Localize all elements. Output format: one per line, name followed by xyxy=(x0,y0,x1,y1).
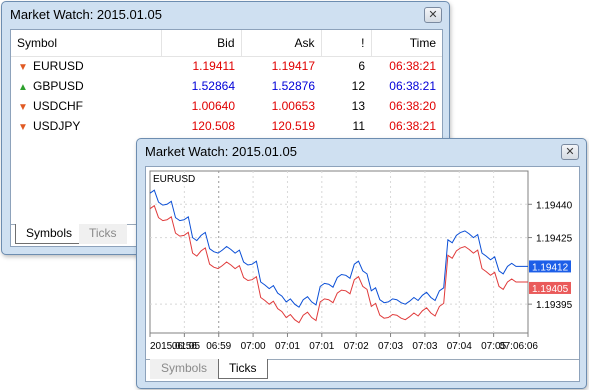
x-tick-label: 07:00 xyxy=(241,341,266,352)
y-tick-label: 1.19395 xyxy=(536,300,573,311)
symbol-name: GBPUSD xyxy=(33,79,84,93)
ask-cell: 1.00653 xyxy=(271,99,315,113)
column-header-ask[interactable]: Ask xyxy=(241,30,322,57)
title-bar[interactable]: Market Watch: 2015.01.05 ✕ xyxy=(2,2,449,28)
y-tick-label: 1.19440 xyxy=(536,200,573,211)
y-tick-label: 1.19425 xyxy=(536,234,573,245)
column-header-time[interactable]: Time xyxy=(371,30,442,57)
time-cell: 06:38:21 xyxy=(389,79,436,93)
x-tick-label: 06:56 xyxy=(172,341,197,352)
x-tick-label: 07:01 xyxy=(309,341,334,352)
window-title: Market Watch: 2015.01.05 xyxy=(10,7,162,22)
x-tick-label: 07:01 xyxy=(275,341,300,352)
bid-price-label: 1.19405 xyxy=(532,284,569,295)
chart-symbol-label: EURUSD xyxy=(153,174,195,185)
ask-price-label: 1.19412 xyxy=(532,262,569,273)
close-button[interactable]: ✕ xyxy=(561,144,579,160)
symbol-cell: ▼ USDJPY xyxy=(11,116,161,136)
quotes-table: Symbol Bid Ask ! Time ▼ EURUSD 1.19411 1.19… xyxy=(11,30,442,136)
x-tick-label: 06:59 xyxy=(206,341,231,352)
time-cell: 06:38:20 xyxy=(389,99,436,113)
x-tick-label: 07:06:06 xyxy=(499,341,538,352)
x-tick-label: 07:02 xyxy=(344,341,369,352)
arrow-down-icon: ▼ xyxy=(18,102,28,113)
tab-symbols[interactable]: Symbols xyxy=(150,359,218,379)
bid-cell: 1.00640 xyxy=(191,99,235,113)
window-title: Market Watch: 2015.01.05 xyxy=(145,144,297,159)
x-tick-label: 07:03 xyxy=(412,341,437,352)
title-bar[interactable]: Market Watch: 2015.01.05 ✕ xyxy=(137,139,586,165)
time-cell: 06:38:21 xyxy=(389,119,436,133)
time-cell: 06:38:21 xyxy=(389,59,436,74)
arrow-down-icon: ▼ xyxy=(18,122,28,133)
symbol-cell: ▼ EURUSD xyxy=(11,56,161,76)
x-tick-label: 07:03 xyxy=(378,341,403,352)
tab-ticks[interactable]: Ticks xyxy=(218,359,268,379)
table-row[interactable]: ▼ EURUSD 1.19411 1.19417 6 06:38:21 xyxy=(11,56,442,76)
spread-cell: 13 xyxy=(351,99,365,113)
ticks-panel: EURUSD 1.19440 1.19425 1.19395 1.19412 1.1940… xyxy=(145,166,580,382)
column-header-bid[interactable]: Bid xyxy=(161,30,242,57)
symbol-name: USDCHF xyxy=(33,99,83,113)
table-row[interactable]: ▼ USDJPY 120.508 120.519 11 06:38:21 xyxy=(11,116,442,136)
ask-cell: 1.19417 xyxy=(271,59,315,74)
x-tick-label: 07:04 xyxy=(447,341,472,352)
bid-cell: 1.52864 xyxy=(191,79,235,93)
bid-cell: 120.508 xyxy=(191,119,235,133)
symbol-name: EURUSD xyxy=(33,59,84,74)
column-header-symbol[interactable]: Symbol xyxy=(11,30,162,57)
ask-cell: 120.519 xyxy=(271,119,315,133)
symbol-cell: ▼ USDCHF xyxy=(11,96,161,116)
bid-cell: 1.19411 xyxy=(192,59,236,74)
table-row[interactable]: ▼ USDCHF 1.00640 1.00653 13 06:38:20 xyxy=(11,96,442,116)
spread-cell: 12 xyxy=(351,79,365,93)
close-button[interactable]: ✕ xyxy=(424,7,442,23)
ask-cell: 1.52876 xyxy=(271,79,315,93)
tab-symbols[interactable]: Symbols xyxy=(15,224,84,244)
arrow-down-icon: ▼ xyxy=(18,62,28,74)
tab-bar: Symbols Ticks xyxy=(146,359,579,381)
arrow-up-icon: ▲ xyxy=(18,82,28,93)
spread-cell: 11 xyxy=(352,119,365,133)
column-header-spread[interactable]: ! xyxy=(321,30,372,57)
market-watch-window-ticks: Market Watch: 2015.01.05 ✕ EURUSD 1.19440… xyxy=(136,138,587,389)
tick-chart: EURUSD 1.19440 1.19425 1.19395 1.19412 1.1940… xyxy=(149,170,573,352)
table-row[interactable]: ▲ GBPUSD 1.52864 1.52876 12 06:38:21 xyxy=(11,76,442,96)
table-header: Symbol Bid Ask ! Time xyxy=(11,30,442,57)
spread-cell: 6 xyxy=(358,59,365,74)
symbol-name: USDJPY xyxy=(33,119,81,133)
symbol-cell: ▲ GBPUSD xyxy=(11,76,161,96)
tab-ticks[interactable]: Ticks xyxy=(79,224,127,244)
